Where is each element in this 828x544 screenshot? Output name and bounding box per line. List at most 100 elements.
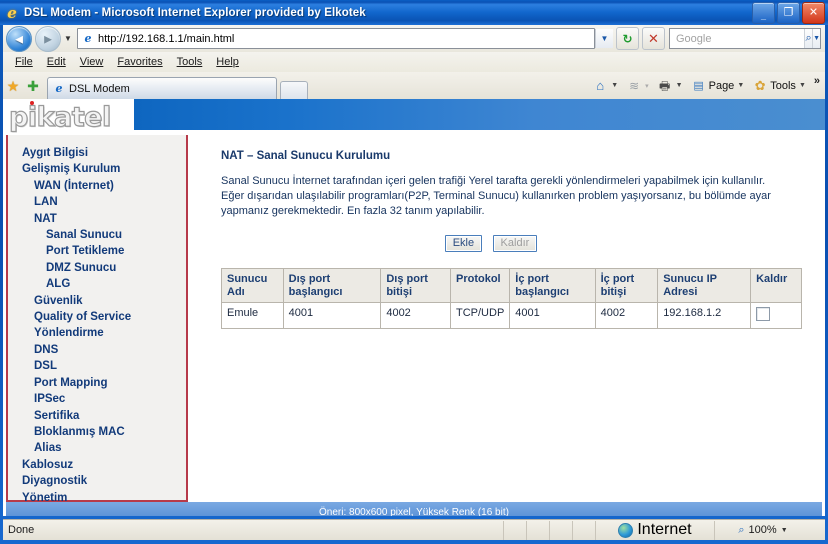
sidebar-item-quality-of-service[interactable]: Quality of Service xyxy=(8,309,186,325)
cell-ext-port-start: 4001 xyxy=(282,302,382,329)
close-button[interactable]: ✕ xyxy=(802,2,825,24)
page-chevron-down-icon[interactable]: ▼ xyxy=(737,82,744,89)
sidebar-item-port-mapping[interactable]: Port Mapping xyxy=(8,375,186,391)
site-logo: pikatel xyxy=(3,99,134,135)
menu-tools[interactable]: Tools xyxy=(170,54,210,70)
sidebar-item-dns[interactable]: DNS xyxy=(8,342,186,358)
col-kaldir: Kaldır xyxy=(750,268,802,303)
tools-menu-button[interactable]: ✿ Tools ▼ xyxy=(750,75,812,97)
home-chevron-down-icon[interactable]: ▼ xyxy=(611,82,618,89)
col-sunucu-ip-adresi: Sunucu IP Adresi xyxy=(657,268,752,303)
address-value: http://192.168.1.1/main.html xyxy=(98,32,235,45)
sidebar-item-dsl[interactable]: DSL xyxy=(8,358,186,374)
security-zone-label: Internet xyxy=(637,521,692,538)
home-button[interactable]: ⌂ ▼ xyxy=(590,75,624,97)
tab-dsl-modem[interactable]: e DSL Modem xyxy=(47,77,277,99)
sidebar-item-sanal-sunucu[interactable]: Sanal Sunucu xyxy=(8,227,186,243)
col-protokol: Protokol xyxy=(449,268,511,303)
page-menu-button[interactable]: ▤ Page ▼ xyxy=(689,75,751,97)
refresh-icon: ↻ xyxy=(622,31,633,46)
menu-view[interactable]: View xyxy=(73,54,111,70)
status-text: Done xyxy=(8,524,35,536)
col-sunucu-adi: Sunucu Adı xyxy=(221,268,284,303)
sidebar-item-alg[interactable]: ALG xyxy=(8,276,186,292)
forward-button[interactable]: ► xyxy=(35,25,61,52)
search-box[interactable]: ⌕ ▼ xyxy=(669,28,821,49)
remove-button[interactable]: Kaldır xyxy=(492,235,538,252)
col-ic-port-baslangici: İç port başlangıcı xyxy=(509,268,596,303)
add-button[interactable]: Ekle xyxy=(444,235,483,252)
minimize-button[interactable]: _ xyxy=(752,2,775,24)
sidebar-item-diyagnostik[interactable]: Diyagnostik xyxy=(8,473,186,489)
page-footer-note: Öneri: 800x600 pixel, Yüksek Renk (16 bi… xyxy=(6,502,822,516)
zoom-control[interactable]: ⌕ 100% ▼ xyxy=(714,520,811,540)
tab-label: DSL Modem xyxy=(69,82,130,95)
search-icon[interactable]: ⌕ xyxy=(804,29,813,48)
cell-server-ip: 192.168.1.2 xyxy=(657,302,752,329)
security-zone[interactable]: Internet xyxy=(595,520,714,540)
virtual-server-table: Sunucu Adı Dış port başlangıcı Dış port … xyxy=(221,268,802,329)
sidebar-item-ipsec[interactable]: IPSec xyxy=(8,391,186,407)
sidebar-item-gelismis-kurulum[interactable]: Gelişmiş Kurulum xyxy=(8,161,186,177)
back-button[interactable]: ◄ xyxy=(6,25,32,52)
browser-client-area: ◄ ► ▼ e http://192.168.1.1/main.html ▼ ↻… xyxy=(3,25,825,516)
sidebar-item-kablosuz[interactable]: Kablosuz xyxy=(8,457,186,473)
status-segment xyxy=(572,520,595,540)
page-title: NAT – Sanal Sunucu Kurulumu xyxy=(221,150,391,162)
new-tab-button[interactable] xyxy=(280,81,308,99)
sidebar-item-lan[interactable]: LAN xyxy=(8,194,186,210)
title-bar: e DSL Modem - Microsoft Internet Explore… xyxy=(0,0,828,25)
sidebar-nav: Aygıt Bilgisi Gelişmiş Kurulum WAN (İnte… xyxy=(6,135,188,504)
menu-favorites[interactable]: Favorites xyxy=(110,54,169,70)
history-dropdown-icon[interactable]: ▼ xyxy=(61,34,75,43)
address-dropdown-icon[interactable]: ▼ xyxy=(595,29,613,48)
add-to-favorites-icon[interactable]: ✚ xyxy=(23,75,43,97)
sidebar-item-aygit-bilgisi[interactable]: Aygıt Bilgisi xyxy=(8,145,186,161)
sidebar-item-guvenlik[interactable]: Güvenlik xyxy=(8,293,186,309)
menu-file[interactable]: File xyxy=(8,54,40,70)
printer-icon: 🖶 xyxy=(659,78,671,93)
logo-dot-icon xyxy=(30,101,34,105)
page-menu-label: Page xyxy=(708,79,735,92)
table-header-row: Sunucu Adı Dış port başlangıcı Dış port … xyxy=(221,268,802,303)
web-page: pikatel Aygıt Bilgisi Gelişmiş Kurulum W… xyxy=(3,99,825,516)
browser-window: e DSL Modem - Microsoft Internet Explore… xyxy=(0,0,828,544)
sidebar-item-dmz-sunucu[interactable]: DMZ Sunucu xyxy=(8,260,186,276)
search-chevron-down-icon[interactable]: ▼ xyxy=(812,29,820,48)
tools-chevron-down-icon[interactable]: ▼ xyxy=(799,82,806,89)
feeds-button[interactable]: ≋ ▾ xyxy=(624,75,655,97)
remove-checkbox[interactable] xyxy=(756,307,771,321)
sidebar-item-nat[interactable]: NAT xyxy=(8,211,186,227)
sidebar-item-port-tetikleme[interactable]: Port Tetikleme xyxy=(8,243,186,259)
print-button[interactable]: 🖶 ▼ xyxy=(655,75,689,97)
favorites-center-icon[interactable]: ★ xyxy=(3,75,23,97)
toolbar-overflow-icon[interactable]: » xyxy=(814,76,820,87)
cell-int-port-start: 4001 xyxy=(509,302,596,329)
zoom-chevron-down-icon[interactable]: ▼ xyxy=(781,527,788,534)
globe-icon xyxy=(618,522,634,538)
address-input[interactable]: e http://192.168.1.1/main.html xyxy=(77,28,595,49)
print-chevron-down-icon[interactable]: ▼ xyxy=(676,82,683,89)
menu-help[interactable]: Help xyxy=(209,54,246,70)
sidebar-item-yonlendirme[interactable]: Yönlendirme xyxy=(8,325,186,341)
sidebar-item-alias[interactable]: Alias xyxy=(8,440,186,456)
home-icon: ⌂ xyxy=(596,77,605,93)
page-icon: ▤ xyxy=(693,79,704,92)
search-input[interactable] xyxy=(674,31,804,46)
status-segment xyxy=(549,520,572,540)
action-button-row: Ekle Kaldır xyxy=(221,233,761,252)
sidebar-item-wan[interactable]: WAN (İnternet) xyxy=(8,178,186,194)
refresh-button[interactable]: ↻ xyxy=(616,27,639,50)
col-dis-port-baslangici: Dış port başlangıcı xyxy=(282,268,382,303)
header-banner xyxy=(134,99,825,130)
maximize-button[interactable]: ❐ xyxy=(777,2,800,24)
sidebar-item-bloklanmis-mac[interactable]: Bloklanmış MAC xyxy=(8,424,186,440)
resize-grip[interactable] xyxy=(811,521,825,540)
stop-icon: ✕ xyxy=(648,31,659,46)
address-bar: ◄ ► ▼ e http://192.168.1.1/main.html ▼ ↻… xyxy=(3,25,825,52)
window-frame: e DSL Modem - Microsoft Internet Explore… xyxy=(0,0,828,544)
stop-button[interactable]: ✕ xyxy=(642,27,665,50)
feeds-chevron-down-icon: ▾ xyxy=(645,82,649,90)
menu-edit[interactable]: Edit xyxy=(40,54,73,70)
sidebar-item-sertifika[interactable]: Sertifika xyxy=(8,408,186,424)
